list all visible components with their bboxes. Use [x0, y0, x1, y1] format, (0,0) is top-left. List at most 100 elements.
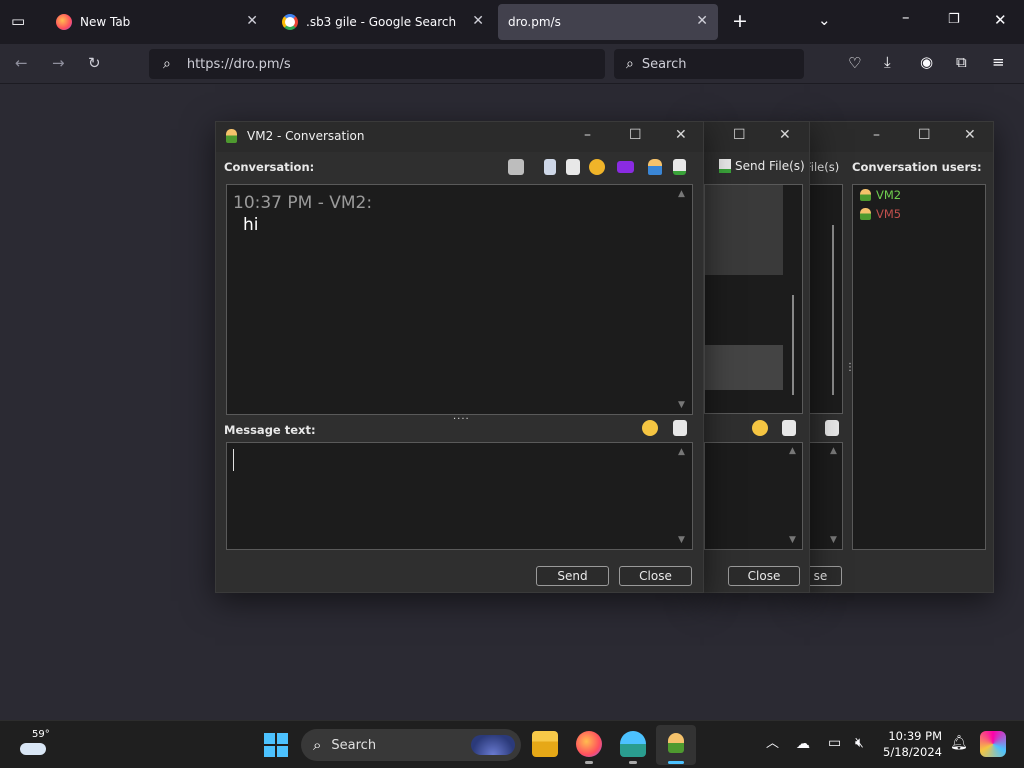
- file-explorer-icon[interactable]: [532, 731, 558, 757]
- network-icon[interactable]: ▭: [828, 736, 841, 750]
- window-title: VM2 - Conversation: [247, 129, 365, 143]
- format-text-icon[interactable]: [673, 420, 687, 436]
- format-text-icon[interactable]: [782, 420, 796, 436]
- maximize-icon[interactable]: ☐: [629, 128, 642, 142]
- close-tab-icon[interactable]: ✕: [696, 13, 708, 29]
- browser-tab-bar: ▭ New Tab ✕ .sb3 gile - Google Search ✕ …: [0, 0, 1024, 44]
- user-list-item[interactable]: VM2: [860, 188, 901, 202]
- scroll-up-icon[interactable]: ▲: [830, 446, 837, 456]
- search-highlight-image: [471, 735, 515, 755]
- close-icon[interactable]: ✕: [675, 128, 687, 142]
- minimize-icon[interactable]: –: [873, 128, 880, 142]
- downloads-icon[interactable]: ⤓: [884, 55, 891, 70]
- close-button[interactable]: Close: [619, 566, 692, 586]
- url-bar[interactable]: ⌕ https://dro.pm/s: [149, 49, 605, 79]
- new-tab-icon[interactable]: +: [732, 12, 748, 31]
- screen-share-icon[interactable]: [508, 159, 524, 175]
- minimize-window-icon[interactable]: –: [902, 10, 910, 25]
- settings-gear-icon[interactable]: [589, 159, 605, 175]
- reload-icon[interactable]: ↻: [88, 56, 101, 71]
- browser-nav-bar: ← → ↻ ⌕ https://dro.pm/s ⌕ Search ♡ ⤓ ◉ …: [0, 44, 1024, 84]
- send-button[interactable]: Send: [536, 566, 609, 586]
- onedrive-icon[interactable]: ☁: [796, 737, 810, 751]
- message-input[interactable]: ▲ ▼: [226, 442, 693, 550]
- scrollbar-thumb[interactable]: [792, 295, 794, 395]
- scroll-up-icon[interactable]: ▲: [789, 446, 796, 456]
- add-user-icon[interactable]: [648, 159, 662, 175]
- emoji-icon[interactable]: [752, 420, 768, 436]
- app-active-indicator: [668, 761, 684, 764]
- message-item: 10:37 PM - VM2: hi: [233, 193, 372, 235]
- text-cursor: [233, 449, 234, 471]
- back-arrow-icon[interactable]: ←: [15, 56, 28, 71]
- conversation-scrollbar[interactable]: ▲ ▼: [675, 186, 691, 413]
- message-scrollbar[interactable]: ▲ ▼: [675, 444, 691, 548]
- windows-taskbar: 59° ⌕ Search ︿ ☁ ▭ 🔇︎ 10:39 PM 5/18/2024…: [0, 720, 1024, 768]
- search-icon: ⌕: [163, 56, 171, 72]
- video-camera-icon[interactable]: [617, 161, 634, 173]
- close-icon[interactable]: ✕: [964, 128, 976, 142]
- scroll-down-icon[interactable]: ▼: [678, 400, 685, 410]
- history-icon[interactable]: [544, 159, 556, 175]
- scroll-up-icon[interactable]: ▲: [678, 447, 685, 457]
- maximize-icon[interactable]: ☐: [733, 128, 746, 142]
- maximize-icon[interactable]: ☐: [918, 128, 931, 142]
- scroll-down-icon[interactable]: ▼: [789, 535, 796, 545]
- window-titlebar[interactable]: ☐ ✕: [701, 122, 809, 152]
- taskbar-search-input[interactable]: ⌕ Search: [301, 729, 521, 761]
- restore-window-icon[interactable]: ❐: [948, 13, 960, 26]
- url-text: https://dro.pm/s: [186, 56, 291, 72]
- send-file-icon[interactable]: [673, 159, 686, 175]
- copilot-icon[interactable]: [980, 731, 1006, 757]
- tab-new-tab[interactable]: New Tab ✕: [46, 4, 268, 40]
- window-titlebar[interactable]: VM2 - Conversation – ☐ ✕: [216, 122, 703, 152]
- clock[interactable]: 10:39 PM 5/18/2024: [880, 729, 942, 759]
- account-icon[interactable]: ◉: [920, 55, 933, 70]
- scrollbar-track[interactable]: [832, 225, 834, 395]
- show-hidden-icons-chevron-icon[interactable]: ︿: [766, 737, 779, 750]
- close-tab-icon[interactable]: ✕: [472, 13, 484, 29]
- windows-logo-icon: [277, 733, 288, 744]
- notification-bell-icon[interactable]: 🔔︎: [950, 736, 968, 750]
- attach-file-icon[interactable]: [825, 420, 839, 436]
- splitter-handle[interactable]: ····: [453, 414, 470, 425]
- user-list-item[interactable]: VM5: [860, 207, 901, 221]
- forward-arrow-icon[interactable]: →: [52, 56, 65, 71]
- taskbar-active-app[interactable]: [656, 725, 696, 765]
- tab-dro-pm[interactable]: dro.pm/s ✕: [498, 4, 718, 40]
- close-button[interactable]: Close: [728, 566, 800, 586]
- firefox-icon: [56, 14, 72, 30]
- start-button[interactable]: [264, 733, 288, 757]
- files-label[interactable]: File(s): [805, 160, 839, 174]
- emoji-icon[interactable]: [642, 420, 658, 436]
- save-conversation-icon[interactable]: [566, 159, 580, 175]
- scroll-up-icon[interactable]: ▲: [678, 189, 685, 199]
- menu-icon[interactable]: ≡: [992, 55, 1005, 70]
- browser-search-input[interactable]: ⌕ Search: [614, 49, 804, 79]
- pocket-icon[interactable]: ♡: [848, 56, 861, 71]
- close-window-icon[interactable]: ✕: [994, 13, 1007, 28]
- send-files-control[interactable]: Send File(s): [719, 159, 805, 173]
- close-icon[interactable]: ✕: [779, 128, 791, 142]
- scroll-down-icon[interactable]: ▼: [678, 535, 685, 545]
- scroll-down-icon[interactable]: ▼: [830, 535, 837, 545]
- user-icon: [860, 208, 871, 220]
- weather-temp: 59°: [32, 729, 50, 740]
- minimize-icon[interactable]: –: [584, 128, 591, 142]
- tab-title: New Tab: [80, 15, 131, 29]
- conversation-history-panel[interactable]: 10:37 PM - VM2: hi ▲ ▼: [226, 184, 693, 415]
- chat-app-icon[interactable]: [620, 731, 646, 757]
- volume-muted-icon[interactable]: 🔇︎: [855, 736, 864, 750]
- weather-widget[interactable]: 59°: [18, 729, 58, 759]
- window-titlebar[interactable]: – ☐ ✕: [805, 122, 993, 152]
- tab-overview-icon[interactable]: ▭: [11, 14, 25, 29]
- clock-date: 5/18/2024: [883, 745, 942, 759]
- list-tabs-chevron-icon[interactable]: ⌄: [818, 13, 831, 28]
- windows-logo-icon: [277, 746, 288, 757]
- tab-google-search[interactable]: .sb3 gile - Google Search ✕: [272, 4, 494, 40]
- conversation-panel-strip: [809, 184, 843, 414]
- close-tab-icon[interactable]: ✕: [246, 13, 258, 29]
- extensions-icon[interactable]: ⧉: [956, 55, 967, 70]
- app-running-indicator: [629, 761, 637, 764]
- firefox-icon[interactable]: [576, 731, 602, 757]
